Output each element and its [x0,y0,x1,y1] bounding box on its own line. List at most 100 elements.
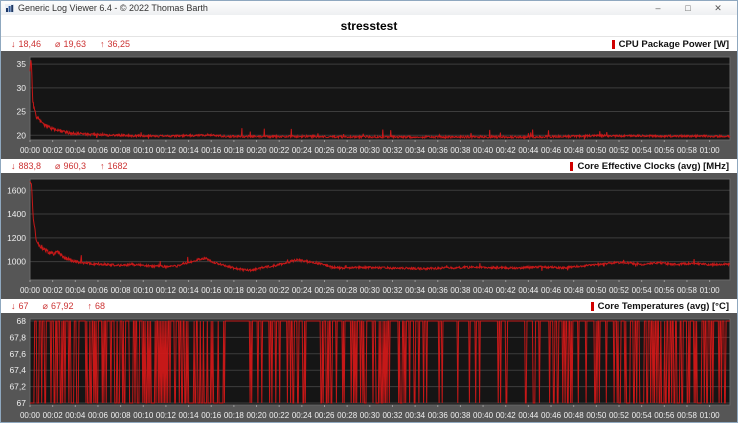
max-value: 68 [95,301,105,311]
svg-text:00:10: 00:10 [133,146,154,155]
svg-text:00:14: 00:14 [179,286,200,295]
svg-text:00:00: 00:00 [20,411,41,420]
svg-text:00:12: 00:12 [156,411,177,420]
svg-text:00:50: 00:50 [586,411,607,420]
min-value: 883,8 [19,161,42,171]
avg-value: 67,92 [51,301,74,311]
svg-text:00:46: 00:46 [541,286,562,295]
svg-text:00:16: 00:16 [201,146,222,155]
close-button[interactable]: ✕ [703,1,733,15]
svg-text:67,8: 67,8 [9,332,26,342]
svg-text:00:46: 00:46 [541,146,562,155]
svg-text:00:08: 00:08 [111,286,132,295]
svg-text:00:04: 00:04 [65,146,86,155]
max-icon: ↑ [100,39,105,49]
svg-text:00:16: 00:16 [201,411,222,420]
svg-text:00:10: 00:10 [133,286,154,295]
svg-text:00:58: 00:58 [677,411,698,420]
svg-text:00:32: 00:32 [382,286,403,295]
core-temps-chart-panel: 6867,867,667,467,26700:0000:0200:0400:06… [1,313,737,423]
max-value: 36,25 [107,39,130,49]
svg-text:00:58: 00:58 [677,286,698,295]
svg-text:00:26: 00:26 [314,411,335,420]
svg-text:00:12: 00:12 [156,146,177,155]
svg-text:00:16: 00:16 [201,286,222,295]
svg-text:00:58: 00:58 [677,146,698,155]
svg-text:67: 67 [17,398,27,408]
svg-text:00:52: 00:52 [609,411,630,420]
svg-text:00:30: 00:30 [360,146,381,155]
avg-value: 19,63 [63,39,86,49]
cpu-power-stats-bar: ↓18,46 ⌀19,63 ↑36,25 CPU Package Power [… [1,37,737,51]
svg-text:67,6: 67,6 [9,349,26,359]
svg-text:00:30: 00:30 [360,411,381,420]
svg-text:00:00: 00:00 [20,146,41,155]
svg-text:00:54: 00:54 [632,411,653,420]
chart-title-cpu-power: CPU Package Power [W] [619,39,729,50]
svg-text:00:52: 00:52 [609,146,630,155]
svg-text:00:44: 00:44 [518,411,539,420]
core-clocks-plot[interactable]: 160014001200100000:0000:0200:0400:0600:0… [1,173,738,299]
core-temps-legend: Core Temperatures (avg) [°C] [591,301,729,312]
svg-text:00:18: 00:18 [224,286,245,295]
svg-text:68: 68 [17,316,27,326]
minimize-button[interactable]: – [643,1,673,15]
svg-text:00:28: 00:28 [337,411,358,420]
max-icon: ↑ [87,301,92,311]
svg-text:00:14: 00:14 [179,411,200,420]
svg-text:00:34: 00:34 [405,286,426,295]
svg-text:00:54: 00:54 [632,146,653,155]
min-value: 67 [19,301,29,311]
core-temps-plot[interactable]: 6867,867,667,467,26700:0000:0200:0400:06… [1,313,738,423]
avg-icon: ⌀ [55,39,60,50]
svg-text:00:04: 00:04 [65,286,86,295]
titlebar: Generic Log Viewer 6.4 - © 2022 Thomas B… [1,1,737,15]
cpu-power-plot[interactable]: 3530252000:0000:0200:0400:0600:0800:1000… [1,51,738,159]
app-window: Generic Log Viewer 6.4 - © 2022 Thomas B… [0,0,738,423]
core-clocks-stats: ↓883,8 ⌀960,3 ↑1682 [11,161,128,172]
svg-text:00:38: 00:38 [450,146,471,155]
svg-text:00:26: 00:26 [314,286,335,295]
svg-text:00:50: 00:50 [586,146,607,155]
avg-icon: ⌀ [55,161,60,172]
svg-text:00:02: 00:02 [43,286,64,295]
svg-text:00:08: 00:08 [111,411,132,420]
svg-text:00:48: 00:48 [564,286,585,295]
min-icon: ↓ [11,301,16,311]
svg-text:00:38: 00:38 [450,411,471,420]
max-stat: ↑68 [87,301,105,311]
svg-text:00:32: 00:32 [382,411,403,420]
min-icon: ↓ [11,161,16,171]
svg-text:00:28: 00:28 [337,286,358,295]
svg-text:00:22: 00:22 [269,146,290,155]
svg-text:00:46: 00:46 [541,411,562,420]
svg-text:00:20: 00:20 [247,411,268,420]
avg-icon: ⌀ [43,301,48,312]
cpu-power-chart-panel: 3530252000:0000:0200:0400:0600:0800:1000… [1,51,737,159]
maximize-button[interactable]: □ [673,1,703,15]
avg-stat: ⌀67,92 [43,301,74,312]
svg-text:00:20: 00:20 [247,146,268,155]
svg-text:00:56: 00:56 [654,286,675,295]
svg-text:00:24: 00:24 [292,411,313,420]
chart-title-core-clocks: Core Effective Clocks (avg) [MHz] [577,161,729,172]
svg-text:1200: 1200 [7,233,26,243]
svg-text:00:04: 00:04 [65,411,86,420]
svg-text:00:44: 00:44 [518,286,539,295]
window-controls: – □ ✕ [643,1,733,15]
svg-text:00:26: 00:26 [314,146,335,155]
svg-text:25: 25 [17,107,27,117]
avg-stat: ⌀960,3 [55,161,86,172]
cpu-power-legend: CPU Package Power [W] [612,39,729,50]
chart-title-core-temps: Core Temperatures (avg) [°C] [598,301,729,312]
core-clocks-stats-bar: ↓883,8 ⌀960,3 ↑1682 Core Effective Clock… [1,159,737,173]
max-stat: ↑36,25 [100,39,130,49]
series-color-bar-icon [570,162,573,171]
svg-text:00:22: 00:22 [269,286,290,295]
series-color-bar-icon [591,302,594,311]
svg-text:00:02: 00:02 [43,411,64,420]
svg-text:00:48: 00:48 [564,411,585,420]
svg-text:00:00: 00:00 [20,286,41,295]
svg-text:00:20: 00:20 [247,286,268,295]
svg-text:00:32: 00:32 [382,146,403,155]
